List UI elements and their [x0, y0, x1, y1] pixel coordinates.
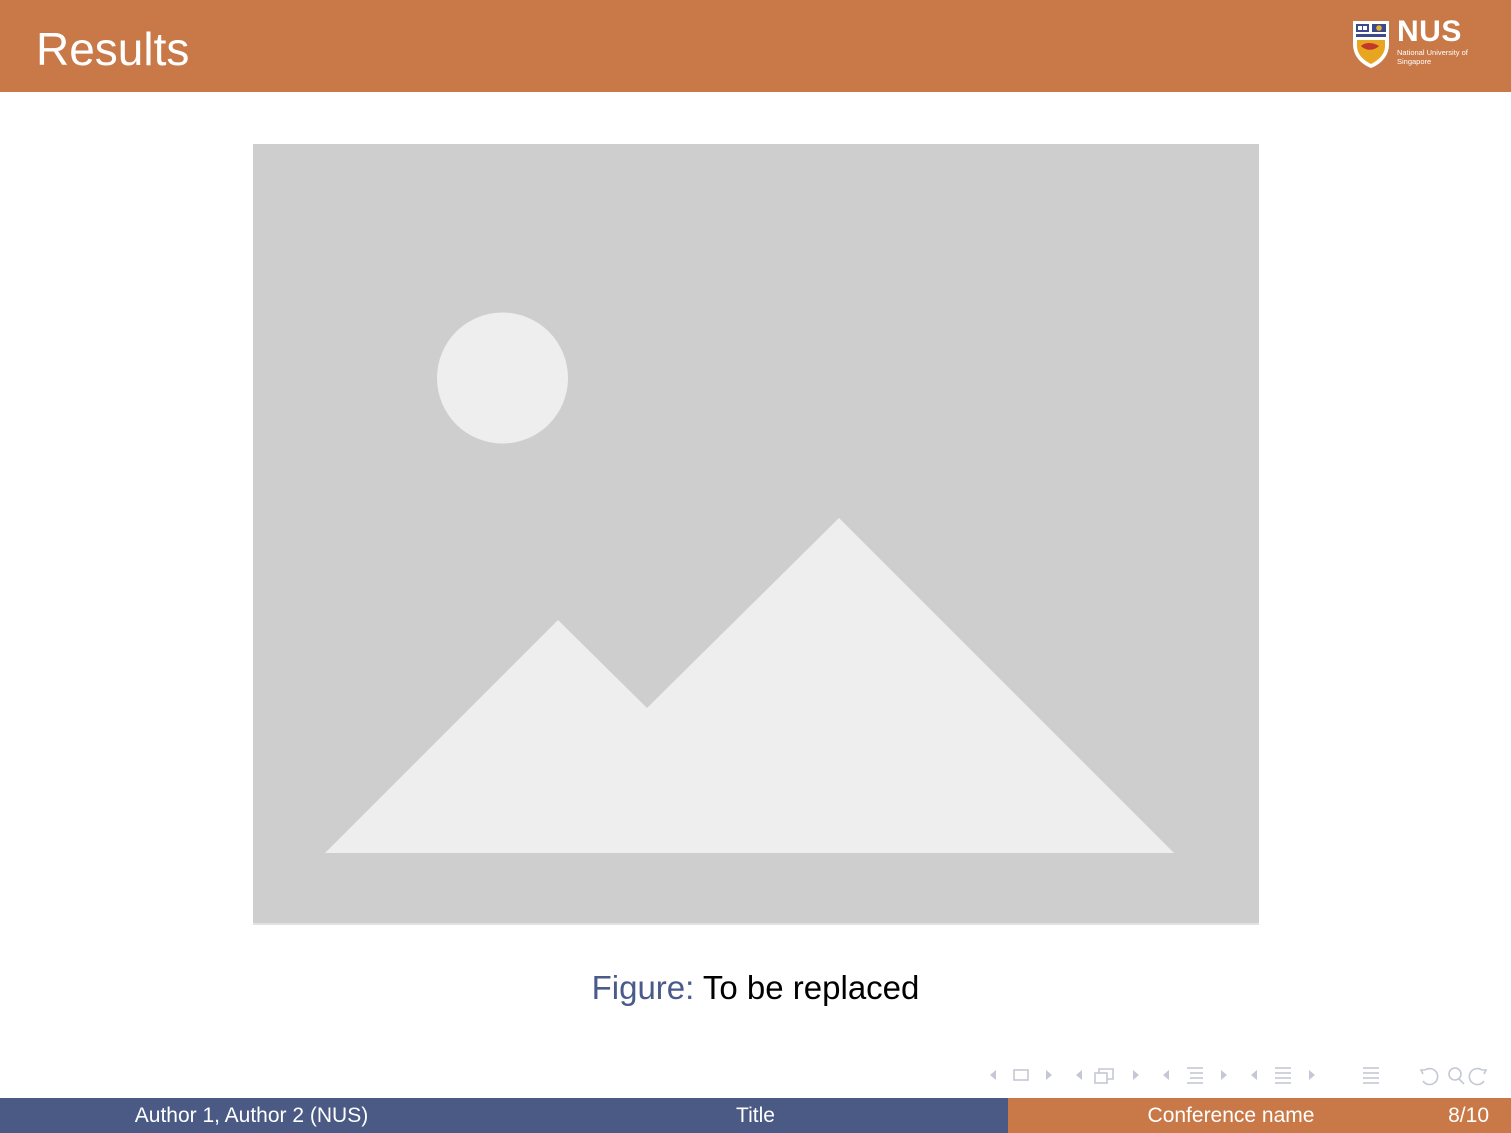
subsection-prev-icon[interactable]: [1163, 1070, 1169, 1080]
search-icon[interactable]: [1448, 1067, 1465, 1085]
slide-next-icon[interactable]: [1046, 1070, 1052, 1080]
subsection-icon[interactable]: [1187, 1067, 1203, 1084]
footer-title: Title: [503, 1098, 1008, 1133]
nus-crest-icon: [1353, 21, 1389, 68]
slide-prev-icon[interactable]: [990, 1070, 996, 1080]
slide-header: Results NUS National University of Singa…: [0, 0, 1511, 92]
slide-frame-icon[interactable]: [1013, 1069, 1029, 1081]
figure: [253, 144, 1259, 925]
nus-logo: NUS National University of Singapore: [1351, 15, 1471, 72]
subsection-next-icon[interactable]: [1221, 1070, 1227, 1080]
caption-prefix: Figure:: [591, 969, 695, 1006]
section-icon[interactable]: [1275, 1067, 1291, 1084]
beamer-navigation-bar: [985, 1063, 1500, 1087]
image-placeholder-icon: [253, 144, 1259, 925]
undo-icon[interactable]: [1419, 1067, 1439, 1086]
page-number: 8/10: [1448, 1103, 1489, 1127]
footer-conference: Conference name: [1147, 1103, 1315, 1127]
toc-icon[interactable]: [1363, 1067, 1379, 1084]
slide-footer: Author 1, Author 2 (NUS) Title Conferenc…: [0, 1098, 1511, 1133]
frame-prev-icon[interactable]: [1076, 1070, 1082, 1080]
logo-wordmark: NUS: [1397, 15, 1462, 48]
section-next-icon[interactable]: [1309, 1070, 1315, 1080]
caption-text: To be replaced: [702, 969, 920, 1006]
section-prev-icon[interactable]: [1251, 1070, 1257, 1080]
logo-subtitle: National University of Singapore: [1397, 48, 1468, 66]
slide-title: Results: [36, 23, 190, 75]
redo-icon[interactable]: [1468, 1067, 1488, 1086]
frames-icon[interactable]: [1094, 1068, 1114, 1084]
frame-next-icon[interactable]: [1133, 1070, 1139, 1080]
footer-authors: Author 1, Author 2 (NUS): [0, 1098, 503, 1133]
footer-conference-box: Conference name 8/10: [1008, 1098, 1511, 1133]
figure-caption: Figure: To be replaced: [0, 968, 1511, 1008]
